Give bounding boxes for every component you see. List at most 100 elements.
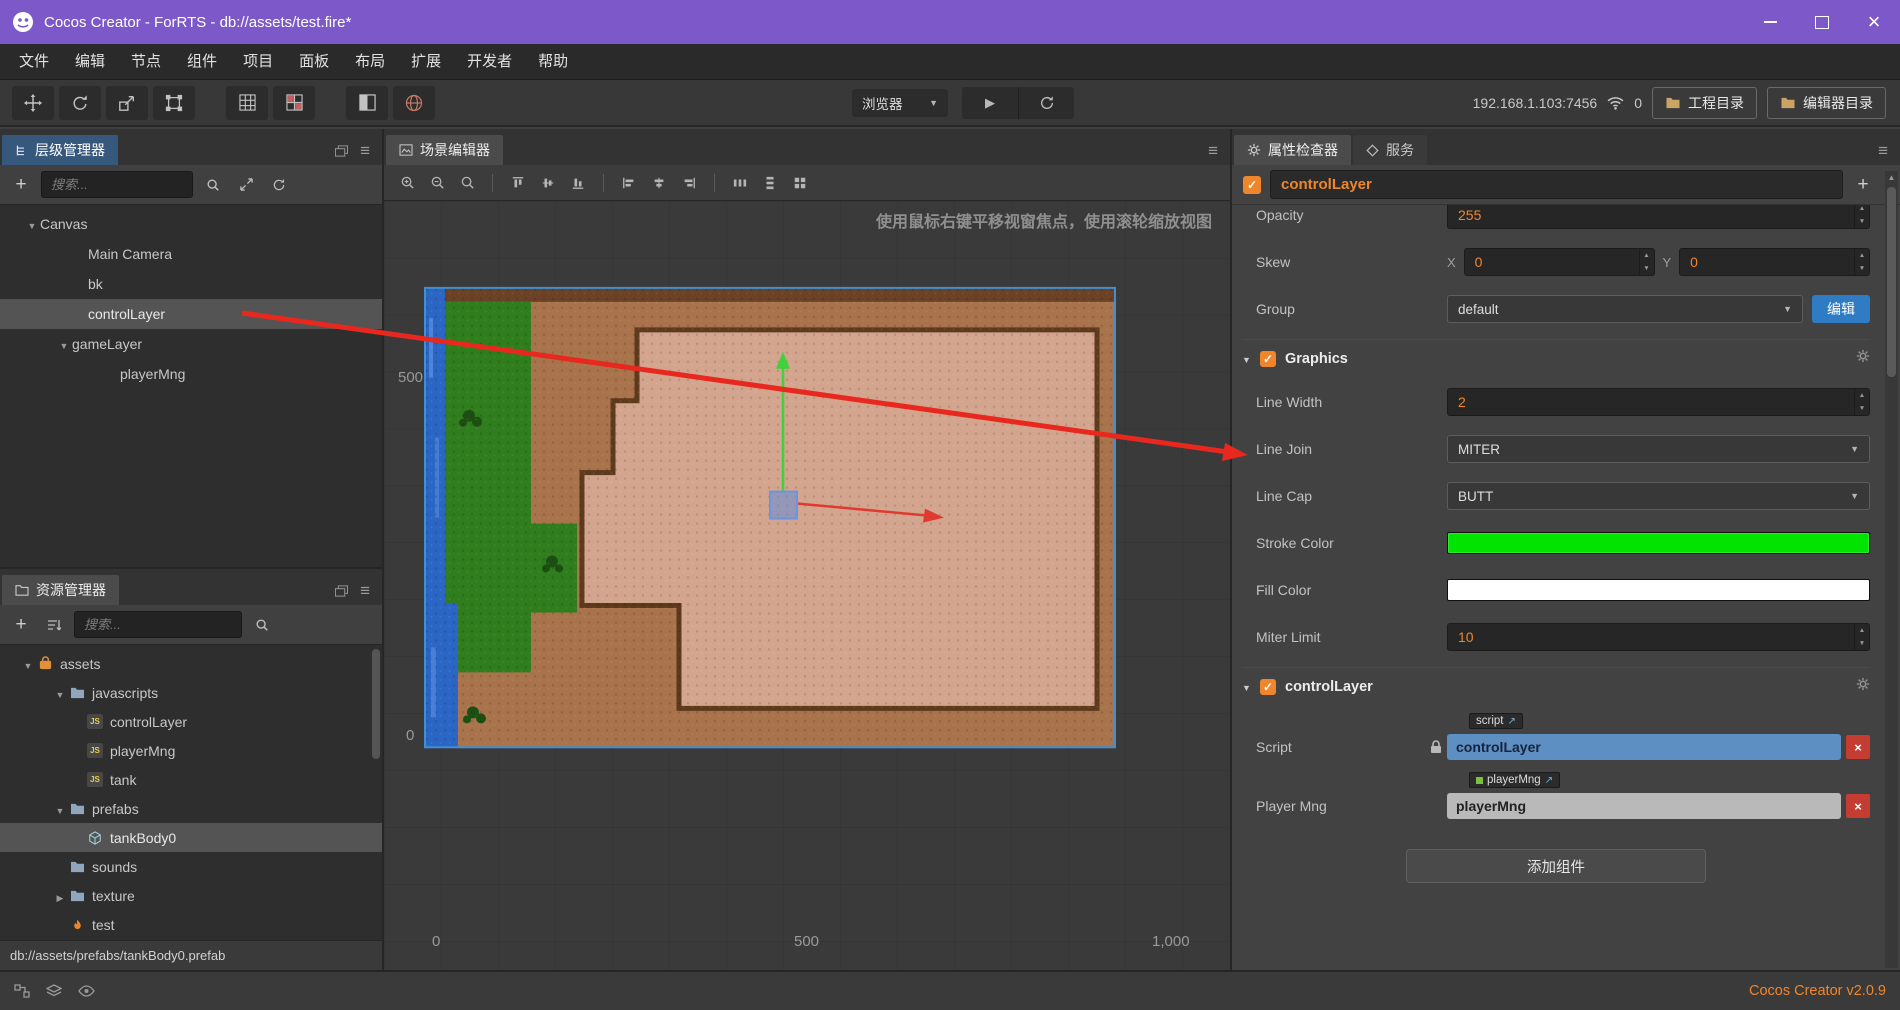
skew-y-input[interactable]: 0 [1679, 248, 1870, 276]
tab-properties[interactable]: 属性检查器 [1234, 135, 1351, 165]
search-icon[interactable] [200, 172, 226, 198]
align-top-icon[interactable] [505, 171, 531, 195]
skew-x-input[interactable]: 0 [1463, 248, 1655, 276]
menu-panel[interactable]: 面板 [286, 44, 342, 80]
line-width-stepper[interactable] [1854, 389, 1869, 415]
align-middle-icon[interactable] [535, 171, 561, 195]
tab-assets[interactable]: 资源管理器 [2, 575, 119, 605]
open-playermng-icon[interactable] [1545, 774, 1553, 786]
line-cap-select[interactable]: BUTT [1447, 482, 1870, 510]
asset-prefab-tankbody0[interactable]: tankBody0 [0, 823, 382, 852]
scroll-up-icon[interactable] [1885, 173, 1898, 182]
zoom-in-icon[interactable] [394, 171, 420, 195]
controllayer-section-header[interactable]: controlLayer [1242, 667, 1870, 705]
opacity-stepper[interactable] [1854, 205, 1869, 228]
create-node-button[interactable] [8, 172, 34, 198]
create-asset-button[interactable] [8, 612, 34, 638]
distribute-grid-icon[interactable] [787, 171, 813, 195]
assets-scrollbar[interactable] [371, 649, 381, 849]
zoom-reset-icon[interactable] [454, 171, 480, 195]
scale-tool-button[interactable] [106, 85, 148, 120]
collapse-icon[interactable] [1242, 350, 1260, 368]
eye-icon[interactable] [78, 985, 95, 997]
tree-node-bk[interactable]: bk [0, 269, 382, 299]
menu-project[interactable]: 项目 [230, 44, 286, 80]
tree-node-main-camera[interactable]: Main Camera [0, 239, 382, 269]
maximize-button[interactable] [1796, 0, 1848, 44]
gizmo-center-handle[interactable] [769, 490, 798, 520]
asset-scene-test[interactable]: test [0, 910, 382, 939]
rotate-tool-button[interactable] [59, 85, 101, 120]
script-reference-field[interactable]: controlLayer [1447, 734, 1841, 760]
refresh-button[interactable] [1018, 86, 1074, 119]
menu-layout[interactable]: 布局 [342, 44, 398, 80]
scrollbar-thumb[interactable] [1887, 187, 1896, 377]
tab-hierarchy[interactable]: 层级管理器 [2, 135, 118, 165]
hierarchy-search-input[interactable] [41, 171, 193, 198]
gear-icon[interactable] [1856, 349, 1870, 368]
asset-folder-sounds[interactable]: sounds [0, 852, 382, 881]
grid-toggle-button[interactable] [226, 85, 268, 120]
panel-menu-icon[interactable] [360, 581, 370, 601]
layers-icon[interactable] [46, 984, 62, 998]
asset-js-playermng[interactable]: JS playerMng [0, 736, 382, 765]
miter-limit-input[interactable]: 10 [1447, 623, 1870, 651]
node-library-icon[interactable] [14, 984, 30, 998]
zoom-out-icon[interactable] [424, 171, 450, 195]
add-component-button[interactable]: 添加组件 [1406, 849, 1706, 883]
open-script-icon[interactable] [1507, 715, 1515, 727]
group-edit-button[interactable]: 编辑 [1812, 295, 1870, 323]
tree-node-controllayer[interactable]: controlLayer [0, 299, 382, 329]
search-icon[interactable] [249, 612, 275, 638]
asset-folder-texture[interactable]: texture [0, 881, 382, 910]
line-join-select[interactable]: MITER [1447, 435, 1870, 463]
panel-menu-icon[interactable] [360, 141, 370, 161]
collapse-icon[interactable] [1242, 678, 1260, 696]
stroke-color-swatch[interactable] [1447, 532, 1870, 554]
close-button[interactable] [1848, 0, 1900, 44]
player-mng-reference-field[interactable]: playerMng [1447, 793, 1841, 819]
tilemap-view-button[interactable] [273, 85, 315, 120]
group-select[interactable]: default [1447, 295, 1803, 323]
tab-scene-editor[interactable]: 场景编辑器 [386, 135, 503, 165]
panel-menu-icon[interactable] [1878, 141, 1888, 161]
menu-component[interactable]: 组件 [174, 44, 230, 80]
scene-contrast-button[interactable] [346, 85, 388, 120]
miter-limit-stepper[interactable] [1854, 624, 1869, 650]
remove-script-button[interactable] [1846, 735, 1870, 759]
float-panel-icon[interactable] [335, 585, 349, 597]
menu-developer[interactable]: 开发者 [454, 44, 525, 80]
tree-node-gamelayer[interactable]: gameLayer [0, 329, 382, 359]
skew-x-stepper[interactable] [1638, 249, 1654, 275]
node-active-checkbox[interactable] [1243, 175, 1261, 194]
rect-tool-button[interactable] [153, 85, 195, 120]
controllayer-enabled-checkbox[interactable] [1260, 678, 1276, 695]
tab-services[interactable]: 服务 [1353, 135, 1427, 165]
scene-viewport[interactable]: 使用鼠标右键平移视窗焦点，使用滚轮缩放视图 500 0 0 500 1,000 [384, 201, 1230, 970]
globe-preview-button[interactable] [393, 85, 435, 120]
playermng-type-badge[interactable]: playerMng [1469, 772, 1561, 788]
menu-node[interactable]: 节点 [118, 44, 174, 80]
sort-icon[interactable] [41, 612, 67, 638]
graphics-section-header[interactable]: Graphics [1242, 339, 1870, 377]
graphics-enabled-checkbox[interactable] [1260, 350, 1276, 367]
expand-all-icon[interactable] [233, 172, 259, 198]
move-tool-button[interactable] [12, 85, 54, 120]
inspector-scrollbar[interactable] [1885, 171, 1898, 968]
align-right-icon[interactable] [676, 171, 702, 195]
preview-target-select[interactable]: 浏览器 [852, 88, 948, 117]
skew-y-stepper[interactable] [1854, 249, 1869, 275]
panel-menu-icon[interactable] [1208, 141, 1218, 161]
align-bottom-icon[interactable] [565, 171, 591, 195]
remove-player-mng-button[interactable] [1846, 794, 1870, 818]
fill-color-swatch[interactable] [1447, 579, 1870, 601]
menu-extension[interactable]: 扩展 [398, 44, 454, 80]
assets-search-input[interactable] [74, 611, 242, 638]
asset-folder-javascripts[interactable]: javascripts [0, 678, 382, 707]
opacity-input[interactable]: 255 [1447, 205, 1870, 229]
asset-js-controllayer[interactable]: JS controlLayer [0, 707, 382, 736]
tree-node-playermng[interactable]: playerMng [0, 359, 382, 389]
scene-canvas[interactable] [384, 201, 1230, 970]
menu-edit[interactable]: 编辑 [62, 44, 118, 80]
node-name-field[interactable]: controlLayer [1270, 170, 1843, 199]
